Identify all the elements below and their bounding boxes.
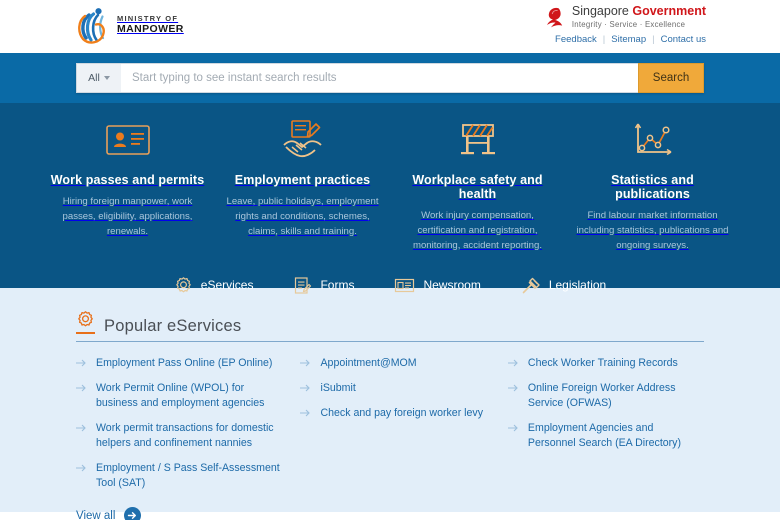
singapore-lion-logo-icon	[546, 7, 563, 28]
search-button[interactable]: Search	[638, 63, 704, 93]
link-separator: |	[602, 34, 606, 45]
arrow-right-icon	[300, 409, 311, 417]
search-bar: All Search	[76, 63, 704, 93]
link-separator: |	[652, 34, 655, 45]
gavel-icon	[522, 277, 540, 293]
list-item-label: Employment Pass Online (EP Online)	[96, 357, 273, 369]
feature-band: Work passes and permits Hiring foreign m…	[0, 103, 780, 294]
list-item-label: Employment / S Pass Self-Assessment Tool…	[96, 462, 280, 490]
eservices-columns: Employment Pass Online (EP Online) Work …	[76, 356, 704, 501]
gear-icon	[175, 276, 191, 292]
list-item[interactable]: Appointment@MOM	[300, 356, 489, 371]
section-header: Popular eServices	[76, 310, 704, 342]
list-item-label: Work permit transactions for domestic he…	[96, 422, 274, 450]
feature-card-title: Workplace safety and health	[412, 173, 543, 201]
arrow-right-icon	[300, 359, 311, 367]
popular-eservices-section: Popular eServices Employment Pass Online…	[0, 288, 780, 520]
gov-name-bold: Government	[632, 4, 706, 18]
arrow-right-icon	[76, 464, 86, 472]
list-item-label: Check Worker Training Records	[527, 357, 678, 369]
news-card-icon	[395, 278, 415, 292]
site-header: MINISTRY OF MANPOWER Singapore Governmen…	[0, 0, 780, 53]
list-item[interactable]: Employment Pass Online (EP Online)	[76, 356, 282, 371]
arrow-right-icon	[507, 384, 518, 392]
eservices-column-2: Appointment@MOM iSubmit Check and pay fo…	[300, 356, 507, 501]
chevron-down-icon	[103, 76, 110, 80]
feature-card-desc: Hiring foreign manpower, work passes, el…	[62, 196, 193, 237]
list-item-label: Appointment@MOM	[320, 357, 417, 369]
gov-name-light: Singapore	[571, 4, 633, 18]
list-item[interactable]: Check and pay foreign worker levy	[300, 406, 489, 421]
list-item-label: Employment Agencies and Personnel Search…	[527, 422, 682, 450]
feedback-link[interactable]: Feedback	[555, 34, 597, 45]
mom-swoosh-logo-icon	[78, 8, 105, 44]
utility-links: Feedback | Sitemap | Contact us	[544, 34, 706, 45]
mom-logo-line2: MANPOWER	[117, 22, 184, 35]
eservices-column-1: Employment Pass Online (EP Online) Work …	[76, 356, 300, 501]
gear-icon	[76, 310, 95, 334]
feature-card-title: Statistics and publications	[611, 173, 694, 201]
feature-card-workplace-safety[interactable]: Workplace safety and health Work injury …	[390, 117, 565, 254]
line-chart-icon	[574, 117, 731, 163]
government-branding: Singapore Government Integrity · Service…	[544, 4, 706, 45]
quick-link-newsroom[interactable]: Newsroom	[394, 277, 481, 294]
government-name: Singapore Government	[571, 4, 706, 19]
feature-card-desc: Leave, public holidays, employment right…	[226, 196, 379, 237]
feature-card-title: Work passes and permits	[50, 173, 205, 187]
list-item[interactable]: Employment Agencies and Personnel Search…	[507, 421, 686, 451]
list-item[interactable]: Employment / S Pass Self-Assessment Tool…	[76, 461, 282, 491]
page-title: Popular eServices	[104, 317, 242, 335]
list-item[interactable]: Work Permit Online (WPOL) for business a…	[76, 381, 282, 411]
arrow-right-icon	[76, 384, 86, 392]
mom-logo-link[interactable]: MINISTRY OF MANPOWER	[76, 7, 184, 44]
id-card-icon	[49, 117, 206, 163]
form-pencil-icon	[295, 276, 312, 294]
list-item[interactable]: Check Worker Training Records	[507, 356, 686, 371]
feature-card-list: Work passes and permits Hiring foreign m…	[40, 117, 740, 254]
government-tagline: Integrity · Service · Excellence	[571, 19, 686, 29]
safety-barrier-icon	[399, 117, 556, 163]
search-band: All Search	[0, 53, 780, 103]
feature-card-work-passes[interactable]: Work passes and permits Hiring foreign m…	[40, 117, 215, 254]
feature-card-title: Employment practices	[234, 173, 371, 187]
contact-us-link[interactable]: Contact us	[661, 34, 706, 45]
arrow-right-icon	[507, 359, 518, 367]
quick-link-forms[interactable]: Forms	[293, 276, 354, 295]
arrow-right-icon	[76, 359, 86, 367]
mom-logo-text: MINISTRY OF MANPOWER	[117, 15, 184, 35]
view-all-label: View all	[76, 509, 116, 520]
arrow-right-icon	[300, 384, 311, 392]
quick-link-label: eServices	[200, 278, 254, 293]
footer-strip	[0, 512, 780, 520]
feature-card-desc: Find labour market information including…	[576, 210, 729, 251]
list-item-label: Check and pay foreign worker levy	[320, 407, 484, 420]
eservices-column-3: Check Worker Training Records Online For…	[507, 356, 704, 501]
feature-card-desc: Work injury compensation, certification …	[412, 210, 543, 251]
search-input[interactable]	[121, 63, 638, 93]
sitemap-link[interactable]: Sitemap	[611, 34, 646, 45]
arrow-right-icon	[507, 424, 518, 432]
list-item-label: Online Foreign Worker Address Service (O…	[527, 382, 676, 410]
feature-card-employment-practices[interactable]: Employment practices Leave, public holid…	[215, 117, 390, 254]
list-item[interactable]: iSubmit	[300, 381, 489, 396]
quick-link-label: Forms	[320, 278, 355, 293]
quick-link-legislation[interactable]: Legislation	[521, 276, 606, 295]
search-scope-label: All	[88, 72, 100, 84]
list-item-label: iSubmit	[320, 382, 356, 395]
feature-card-statistics[interactable]: Statistics and publications Find labour …	[565, 117, 740, 254]
list-item-label: Work Permit Online (WPOL) for business a…	[96, 382, 265, 410]
list-item[interactable]: Work permit transactions for domestic he…	[76, 421, 282, 451]
arrow-right-icon	[76, 424, 86, 432]
quick-link-label: Legislation	[548, 278, 607, 293]
quick-link-label: Newsroom	[423, 278, 481, 293]
handshake-document-icon	[224, 117, 381, 163]
quick-link-eservices[interactable]: eServices	[174, 276, 254, 295]
arrow-right-circle-icon	[124, 507, 142, 520]
search-scope-dropdown[interactable]: All	[76, 63, 121, 93]
list-item[interactable]: Online Foreign Worker Address Service (O…	[507, 381, 686, 411]
